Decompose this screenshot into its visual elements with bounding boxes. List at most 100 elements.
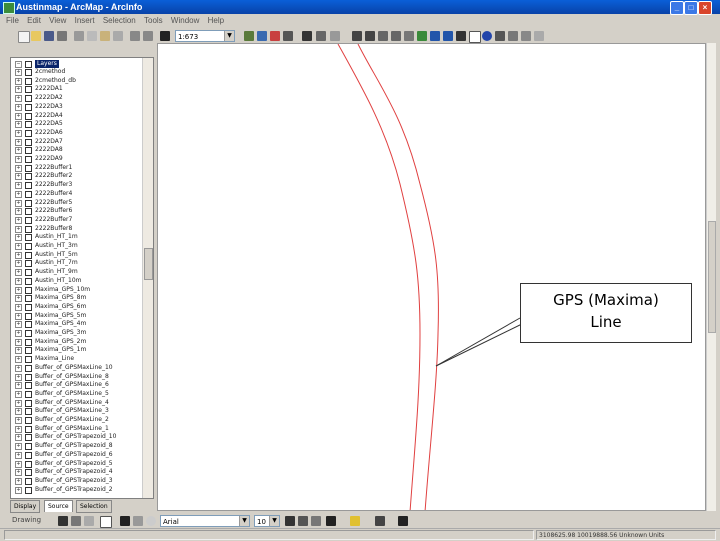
toc-layer-item[interactable]: +2222Buffer6 [11,207,143,216]
expand-icon[interactable]: + [15,112,22,120]
map-vscroll-thumb[interactable] [708,221,716,333]
toc-layer-item[interactable]: +2222DA3 [11,103,143,111]
minimize-button[interactable]: _ [670,1,684,15]
layer-checkbox[interactable] [25,260,32,268]
expand-icon[interactable]: + [15,182,22,190]
expand-icon[interactable]: + [15,321,22,329]
layer-checkbox[interactable] [25,469,32,477]
toc-layer-item[interactable]: + Maxima_GPS_3m [11,329,143,337]
layer-checkbox[interactable] [25,243,32,250]
toc-layer-item[interactable]: +2222DA5 [11,120,143,129]
delete-icon[interactable] [113,31,123,41]
pan-icon[interactable] [404,31,414,41]
expand-icon[interactable]: + [15,434,22,442]
zoom-page-icon[interactable] [84,516,94,526]
expand-icon[interactable]: + [15,373,22,381]
expand-icon[interactable]: + [15,460,22,468]
layer-checkbox[interactable] [25,382,32,390]
toc-layer-item[interactable]: + Buffer_of_GPSMaxLine_4 [11,399,143,407]
layer-checkbox[interactable] [25,338,32,346]
expand-icon[interactable]: + [15,156,22,163]
fill-color-icon[interactable] [350,516,360,526]
layer-checkbox[interactable] [25,486,32,494]
map-view[interactable] [157,43,706,511]
map-scale-combo[interactable]: 1:673 ▼ [175,30,235,42]
redo-icon[interactable] [143,31,153,41]
hyperlink-icon[interactable] [521,31,531,41]
editor-toolbar-icon[interactable] [244,31,254,41]
expand-icon[interactable]: + [15,69,22,76]
window-title-bar[interactable]: Austinmap - ArcMap - ArcInfo _ □ × [0,0,720,15]
close-button[interactable]: × [698,1,712,15]
expand-icon[interactable]: + [15,216,22,224]
callout-tool-icon[interactable] [133,516,143,526]
back-extent-icon[interactable] [430,31,440,41]
layer-checkbox[interactable] [25,156,32,163]
chevron-down-icon[interactable]: ▼ [269,516,279,526]
toc-layer-item[interactable]: + Maxima_GPS_4m [11,320,143,329]
toc-layer-item[interactable]: +2222Buffer8 [11,225,143,233]
toc-layer-item[interactable]: + Buffer_of_GPSMaxLine_3 [11,407,143,416]
toc-layer-item[interactable]: +2222DA9 [11,155,143,163]
layer-checkbox[interactable] [25,443,32,451]
expand-icon[interactable]: + [15,164,22,172]
expand-icon[interactable]: + [15,399,22,407]
layer-checkbox[interactable] [25,121,32,129]
toc-layer-item[interactable]: +2222Buffer5 [11,199,143,207]
expand-icon[interactable]: + [15,443,22,451]
layer-checkbox[interactable] [25,417,32,424]
help-icon[interactable] [330,31,340,41]
layer-checkbox[interactable] [25,208,32,216]
menu-view[interactable]: View [49,14,66,28]
layer-checkbox[interactable] [25,182,32,190]
chevron-down-icon[interactable]: ▼ [224,31,234,41]
expand-icon[interactable]: + [15,286,22,294]
expand-icon[interactable]: + [15,121,22,129]
pen-icon[interactable] [146,516,156,526]
toc-layer-item[interactable]: +2222DA2 [11,94,143,103]
toc-layer-item[interactable]: + Maxima_GPS_1m [11,346,143,355]
menu-file[interactable]: File [6,14,19,28]
select-pointer-icon[interactable] [58,516,68,526]
expand-icon[interactable]: + [15,103,22,111]
layer-checkbox[interactable] [25,356,32,364]
expand-icon[interactable]: + [15,382,22,390]
measure-icon[interactable] [508,31,518,41]
zoom-out-icon[interactable] [365,31,375,41]
bold-icon[interactable] [285,516,295,526]
toc-layer-item[interactable]: + Maxima_GPS_10m [11,286,143,294]
toc-layer-item[interactable]: + Buffer_of_GPSTrapezoid_2 [11,486,143,494]
font-color-icon[interactable] [326,516,336,526]
toc-layer-item[interactable]: + Austin_HT_7m [11,259,143,268]
drawing-menu[interactable]: Drawing [12,516,41,524]
collapse-icon[interactable]: − [15,61,22,68]
line-color-icon[interactable] [375,516,385,526]
expand-icon[interactable]: + [15,295,22,303]
underline-icon[interactable] [311,516,321,526]
save-icon[interactable] [44,31,54,41]
map-vertical-scrollbar[interactable] [706,43,716,511]
layer-checkbox[interactable] [25,225,32,233]
find-icon[interactable] [495,31,505,41]
toc-layer-item[interactable]: + Buffer_of_GPSMaxLine_2 [11,416,143,424]
toc-layer-item[interactable]: + Buffer_of_GPSTrapezoid_6 [11,451,143,459]
layer-checkbox[interactable] [25,129,32,137]
expand-icon[interactable]: + [15,347,22,355]
toc-layer-item[interactable]: + Buffer_of_GPSTrapezoid_5 [11,460,143,468]
arctoolbox-icon[interactable] [270,31,280,41]
toc-layer-item[interactable]: +2222Buffer1 [11,164,143,172]
expand-icon[interactable]: + [15,277,22,285]
font-combo[interactable]: Arial ▼ [160,515,250,527]
toc-layer-item[interactable]: +2222DA8 [11,146,143,155]
expand-icon[interactable]: + [15,147,22,155]
toc-layer-item[interactable]: + Buffer_of_GPSTrapezoid_8 [11,442,143,451]
layer-checkbox[interactable] [25,451,32,459]
toc-layer-item[interactable]: + Maxima_GPS_8m [11,294,143,303]
expand-icon[interactable]: + [15,408,22,416]
layer-checkbox[interactable] [25,103,32,111]
expand-icon[interactable]: + [15,477,22,485]
cut-icon[interactable] [74,31,84,41]
tab-display[interactable]: Display [10,500,41,513]
expand-icon[interactable]: + [15,199,22,207]
layer-checkbox[interactable] [25,173,32,181]
